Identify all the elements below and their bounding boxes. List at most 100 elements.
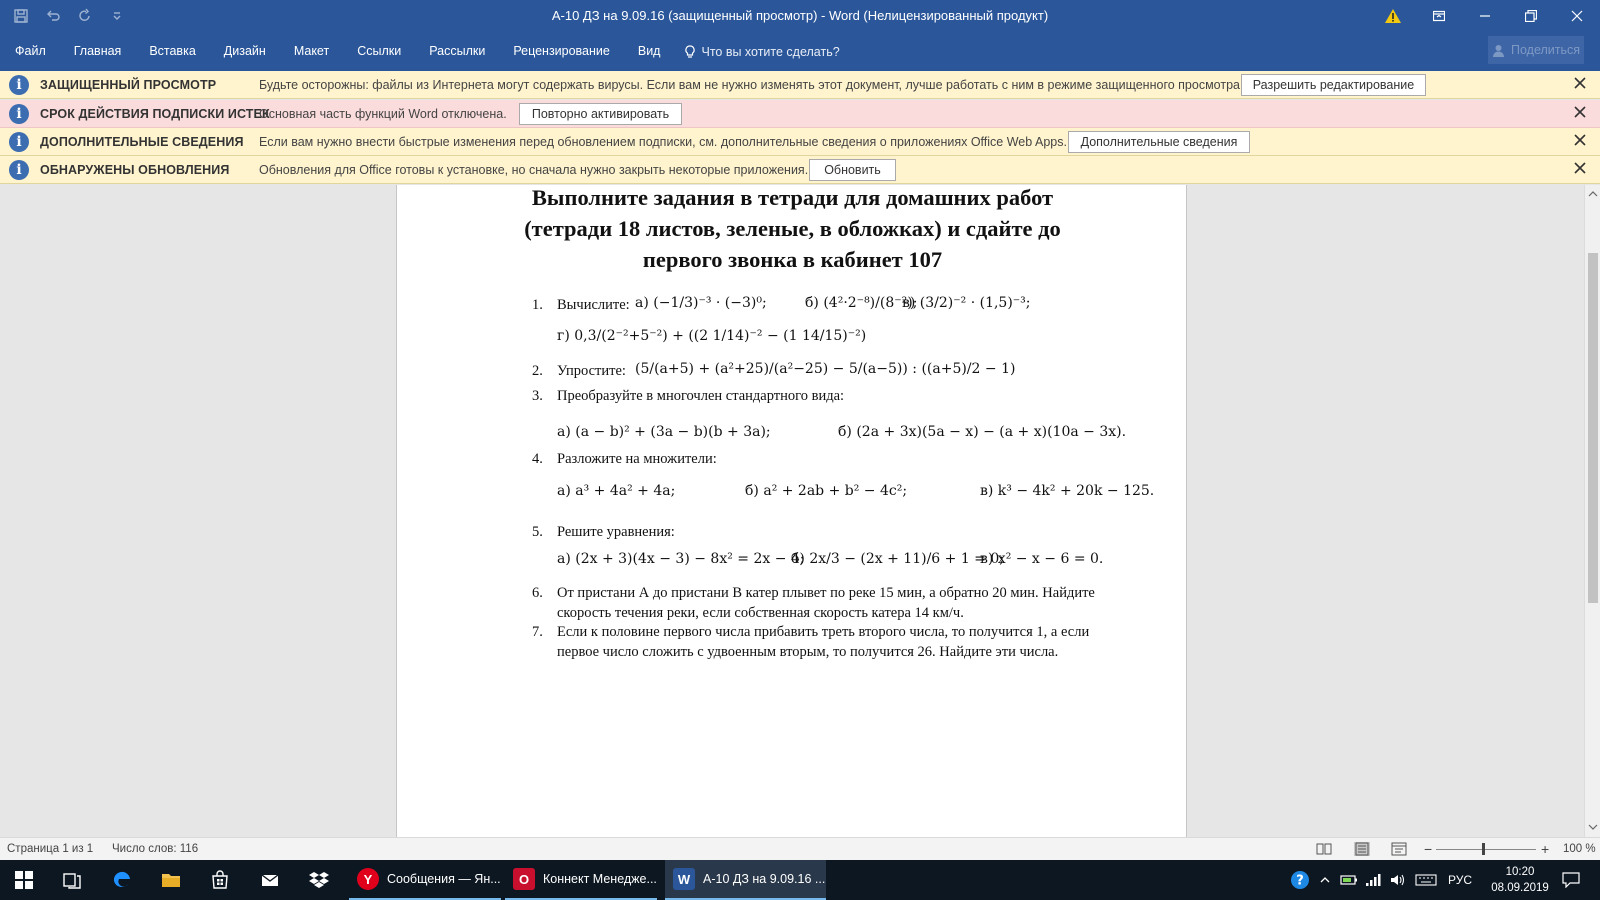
lightbulb-icon (685, 44, 696, 58)
enable-editing-button[interactable]: Разрешить редактирование (1241, 74, 1426, 96)
heading-line: (тетради 18 листов, зеленые, в обложках)… (524, 216, 1061, 241)
page-icon (1355, 842, 1369, 856)
file-explorer-button[interactable] (147, 860, 195, 900)
zoom-out-button[interactable]: − (1424, 838, 1432, 860)
task-text: От пристани А до пристани В катер плывет… (557, 585, 1095, 601)
tab-insert[interactable]: Вставка (135, 32, 209, 71)
tab-layout[interactable]: Макет (280, 32, 343, 71)
help-tray-button[interactable]: ? (1287, 860, 1313, 900)
zoom-slider-thumb[interactable] (1482, 843, 1485, 855)
close-icon (1574, 77, 1586, 89)
read-mode-button[interactable] (1316, 842, 1332, 856)
save-button[interactable] (10, 5, 32, 27)
notification-icon (1562, 872, 1580, 888)
message-title: ОБНАРУЖЕНЫ ОБНОВЛЕНИЯ (40, 163, 230, 177)
task-number: 3. (532, 388, 543, 404)
web-layout-button[interactable] (1391, 842, 1407, 856)
taskbar-app-word[interactable]: W А-10 ДЗ на 9.09.16 ... (665, 860, 826, 900)
close-message-button[interactable] (1574, 77, 1590, 93)
minimize-button[interactable] (1462, 0, 1508, 32)
taskbar-clock[interactable]: 10:20 08.09.2019 (1480, 864, 1560, 896)
zoom-slider[interactable] (1436, 849, 1536, 850)
info-icon: i (9, 104, 29, 124)
clock-time: 10:20 (1505, 866, 1535, 878)
math-expression: в) k³ − 4k² + 20k − 125. (980, 483, 1155, 499)
ribbon-tabs: Файл Главная Вставка Дизайн Макет Ссылки… (0, 32, 840, 71)
taskbar-app-label: Сообщения — Ян... (387, 872, 501, 886)
task-view-button[interactable] (48, 860, 96, 900)
math-expression: б) (4²·2⁻⁸)/(8⁻²); (805, 295, 918, 311)
tab-home[interactable]: Главная (60, 32, 136, 71)
tab-view[interactable]: Вид (624, 32, 675, 71)
tell-me-label: Что вы хотите сделать? (701, 44, 840, 59)
taskbar-app-connect[interactable]: O Коннект Менедже... (505, 860, 657, 900)
task-text: Упростите: (557, 363, 626, 379)
network-tray-button[interactable] (1363, 860, 1385, 900)
math-expression: в) (3/2)⁻² · (1,5)⁻³; (902, 295, 1031, 311)
scrollbar-thumb[interactable] (1588, 253, 1598, 603)
help-icon: ? (1291, 871, 1309, 889)
customize-toolbar-button[interactable] (106, 5, 128, 27)
additional-info-bar: i ДОПОЛНИТЕЛЬНЫЕ СВЕДЕНИЯ Если вам нужно… (0, 128, 1600, 156)
document-area[interactable]: Выполните задания в тетради для домашних… (0, 185, 1584, 837)
zoom-level[interactable]: 100 % (1563, 838, 1596, 860)
tab-mailings[interactable]: Рассылки (415, 32, 499, 71)
close-message-button[interactable] (1574, 162, 1590, 178)
scroll-up-icon[interactable] (1588, 189, 1598, 199)
warning-button[interactable] (1370, 0, 1416, 32)
message-title: ДОПОЛНИТЕЛЬНЫЕ СВЕДЕНИЯ (40, 135, 244, 149)
ribbon-display-options-button[interactable] (1416, 0, 1462, 32)
tab-file[interactable]: Файл (0, 32, 60, 71)
edge-browser-button[interactable] (98, 860, 146, 900)
vertical-scrollbar[interactable] (1584, 185, 1600, 837)
tell-me-search[interactable]: Что вы хотите сделать? (674, 44, 840, 59)
word-count[interactable]: Число слов: 116 (112, 838, 198, 860)
mail-button[interactable] (246, 860, 294, 900)
dropbox-icon (309, 872, 329, 888)
reactivate-button[interactable]: Повторно активировать (519, 103, 682, 125)
taskbar-app-yandex[interactable]: Y Сообщения — Ян... (349, 860, 501, 900)
message-title: ЗАЩИЩЕННЫЙ ПРОСМОТР (40, 78, 217, 92)
print-layout-button[interactable] (1354, 842, 1370, 856)
zoom-in-button[interactable]: + (1541, 838, 1549, 860)
tab-references[interactable]: Ссылки (343, 32, 415, 71)
document-heading: Выполните задания в тетради для домашних… (397, 185, 1188, 275)
update-button[interactable]: Обновить (809, 159, 896, 181)
input-language[interactable]: РУС (1442, 860, 1478, 900)
signal-icon (1366, 874, 1381, 886)
close-message-button[interactable] (1574, 106, 1590, 122)
info-icon: i (9, 160, 29, 180)
chevron-up-icon (1320, 877, 1330, 883)
math-expression: б) (2a + 3x)(5a − x) − (a + x)(10a − 3x)… (838, 424, 1127, 440)
title-bar: А-10 ДЗ на 9.09.16 (защищенный просмотр)… (0, 0, 1600, 32)
store-button[interactable] (196, 860, 244, 900)
share-button[interactable]: Поделиться (1488, 36, 1584, 64)
volume-tray-button[interactable] (1387, 860, 1409, 900)
svg-text:?: ? (1296, 874, 1304, 889)
math-expression: (5/(a+5) + (a²+25)/(a²−25) − 5/(a−5)) : … (635, 361, 1016, 377)
tab-design[interactable]: Дизайн (210, 32, 280, 71)
document-page[interactable]: Выполните задания в тетради для домашних… (396, 185, 1187, 837)
dropbox-button[interactable] (295, 860, 343, 900)
page-count[interactable]: Страница 1 из 1 (7, 838, 93, 860)
subscription-expired-bar: i СРОК ДЕЙСТВИЯ ПОДПИСКИ ИСТЕК Основная … (0, 100, 1600, 128)
tab-review[interactable]: Рецензирование (499, 32, 624, 71)
action-center-button[interactable] (1556, 860, 1586, 900)
word-icon: W (673, 868, 695, 890)
undo-button[interactable] (42, 5, 64, 27)
task-number: 6. (532, 585, 543, 601)
task-text: Если к половине первого числа прибавить … (557, 624, 1090, 640)
start-button[interactable] (0, 860, 48, 900)
save-icon (14, 9, 28, 23)
redo-button[interactable] (74, 5, 96, 27)
close-message-button[interactable] (1574, 134, 1590, 150)
more-info-button[interactable]: Дополнительные сведения (1068, 131, 1250, 153)
keyboard-tray-button[interactable] (1413, 860, 1439, 900)
show-hidden-icons-button[interactable] (1316, 860, 1334, 900)
scroll-down-icon[interactable] (1588, 822, 1598, 832)
battery-tray-button[interactable] (1338, 860, 1360, 900)
person-icon (1492, 44, 1504, 57)
close-window-button[interactable] (1554, 0, 1600, 32)
message-text: Будьте осторожны: файлы из Интернета мог… (259, 78, 1244, 92)
restore-button[interactable] (1508, 0, 1554, 32)
